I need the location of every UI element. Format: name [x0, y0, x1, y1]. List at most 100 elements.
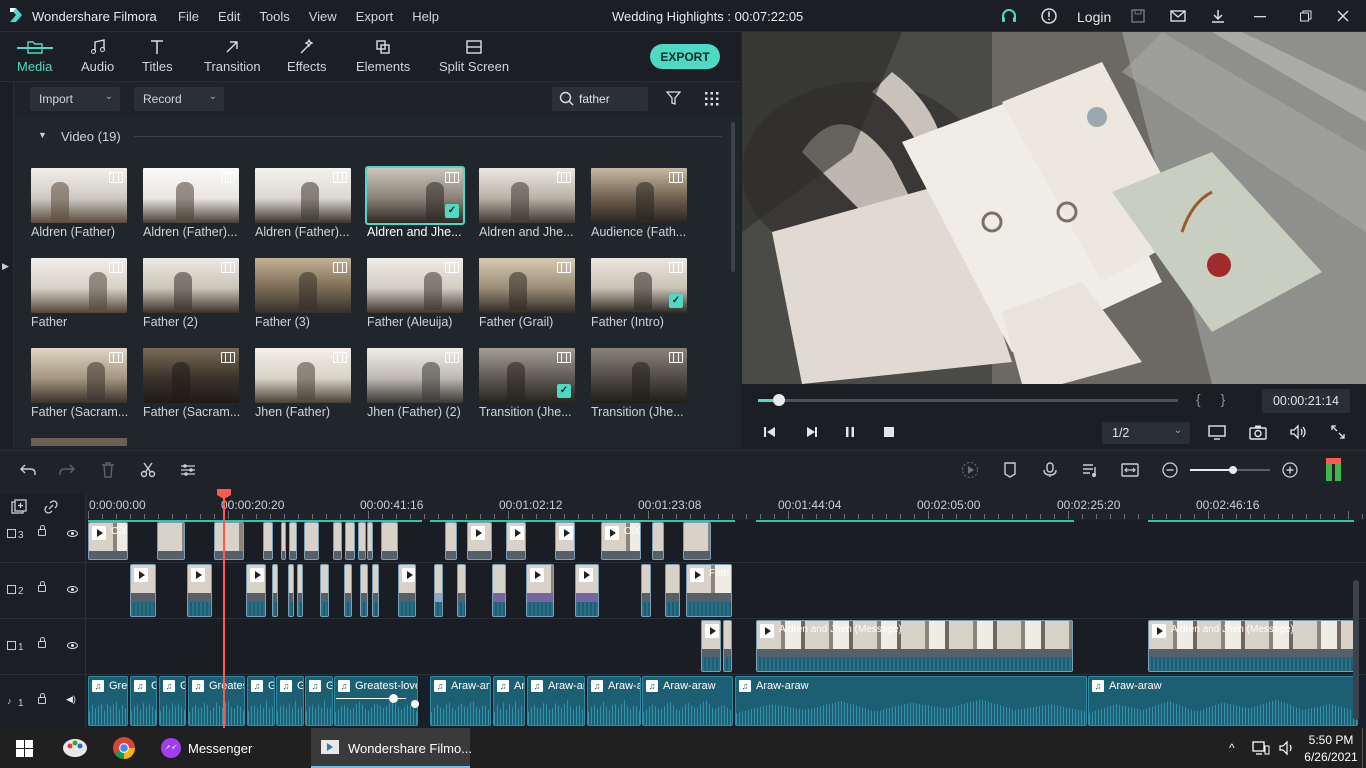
- media-thumbnail[interactable]: [31, 168, 127, 223]
- media-thumbnail[interactable]: [255, 348, 351, 403]
- audio-clip[interactable]: ♫ Greatest-love: [334, 676, 418, 726]
- tab-titles[interactable]: Titles: [142, 38, 173, 74]
- video-clip[interactable]: [214, 522, 244, 560]
- media-thumbnail[interactable]: [479, 258, 575, 313]
- audio-clip[interactable]: ♫G: [276, 676, 304, 726]
- clock-date[interactable]: 6/26/2021: [1301, 750, 1361, 764]
- media-thumbnail[interactable]: [31, 348, 127, 403]
- volume-keyframe[interactable]: [389, 694, 398, 703]
- video-clip[interactable]: [297, 564, 303, 617]
- media-thumbnail[interactable]: [143, 258, 239, 313]
- audio-clip[interactable]: ♫G: [130, 676, 157, 726]
- video-clip[interactable]: [288, 564, 294, 617]
- fit-timeline-icon[interactable]: [1121, 461, 1139, 479]
- video-clip[interactable]: [320, 564, 329, 617]
- headset-icon[interactable]: [999, 6, 1019, 26]
- audio-clip[interactable]: ♫ Araw-ara: [430, 676, 491, 726]
- menu-view[interactable]: View: [309, 9, 337, 24]
- video-clip[interactable]: [360, 564, 368, 617]
- video-clip[interactable]: [289, 522, 297, 560]
- tab-split-screen[interactable]: Split Screen: [439, 38, 509, 74]
- audio-clip[interactable]: ♫G: [305, 676, 333, 726]
- lock-icon[interactable]: [38, 697, 46, 704]
- messenger-icon[interactable]: [160, 737, 182, 759]
- preview-quality-dropdown[interactable]: 1/2 ⌄: [1102, 422, 1190, 444]
- speaker-icon[interactable]: [1278, 740, 1296, 756]
- lock-icon[interactable]: [38, 529, 46, 536]
- video-clip[interactable]: [333, 522, 342, 560]
- expand-arrow-icon[interactable]: ▶: [2, 261, 9, 272]
- scissors-icon[interactable]: [139, 461, 157, 479]
- video-clip[interactable]: [701, 620, 721, 672]
- save-icon[interactable]: [1128, 6, 1148, 26]
- playback-progress-track[interactable]: [758, 399, 1178, 402]
- video-clip[interactable]: [372, 564, 379, 617]
- media-thumbnail[interactable]: ✓: [365, 166, 465, 225]
- speaker-icon[interactable]: ◀): [66, 694, 76, 705]
- media-thumbnail[interactable]: [591, 348, 687, 403]
- menu-file[interactable]: File: [178, 9, 199, 24]
- menu-export[interactable]: Export: [356, 9, 394, 24]
- playhead-line[interactable]: [223, 494, 225, 728]
- video-clip[interactable]: Aldren and Jhen (Message): [1148, 620, 1358, 672]
- clock-time[interactable]: 5:50 PM: [1305, 733, 1357, 747]
- audio-clip[interactable]: ♫ Gre: [88, 676, 128, 726]
- record-dropdown[interactable]: Record ⌄: [134, 87, 224, 111]
- video-clip[interactable]: [344, 564, 352, 617]
- show-desktop-button[interactable]: [1362, 728, 1366, 768]
- video-clip[interactable]: [345, 522, 355, 560]
- chevron-up-icon[interactable]: ^: [1229, 741, 1235, 755]
- video-clip[interactable]: [641, 564, 651, 617]
- zoom-slider-handle[interactable]: [1229, 466, 1237, 474]
- info-icon[interactable]: [1039, 6, 1059, 26]
- audio-clip[interactable]: ♫ Ar: [493, 676, 525, 726]
- video-clip[interactable]: [526, 564, 554, 617]
- video-clip[interactable]: [575, 564, 599, 617]
- play-frame-icon[interactable]: [802, 423, 820, 441]
- media-thumbnail[interactable]: [143, 168, 239, 223]
- add-track-icon[interactable]: [11, 499, 27, 515]
- library-scrollbar[interactable]: [731, 122, 735, 272]
- lock-icon[interactable]: [38, 641, 46, 648]
- render-preview-icon[interactable]: [961, 461, 979, 479]
- video-clip[interactable]: [187, 564, 212, 617]
- delete-icon[interactable]: [99, 461, 117, 479]
- fullscreen-icon[interactable]: [1329, 423, 1347, 441]
- menu-tools[interactable]: Tools: [259, 9, 289, 24]
- undo-icon[interactable]: [19, 461, 37, 479]
- adjust-sliders-icon[interactable]: [179, 461, 197, 479]
- video-clip[interactable]: [130, 564, 156, 617]
- video-clip[interactable]: [246, 564, 266, 617]
- audio-clip[interactable]: ♫ Greates: [188, 676, 245, 726]
- media-thumbnail[interactable]: [367, 258, 463, 313]
- media-thumbnail[interactable]: [255, 168, 351, 223]
- audio-clip[interactable]: ♫ Araw-araw: [735, 676, 1087, 726]
- video-clip[interactable]: Aldren and Jhen (Message): [756, 620, 1073, 672]
- audio-clip[interactable]: ♫ Araw-araw: [1088, 676, 1358, 726]
- zoom-out-icon[interactable]: [1161, 461, 1179, 479]
- voiceover-list-icon[interactable]: [1081, 461, 1099, 479]
- tab-audio[interactable]: Audio: [81, 38, 114, 74]
- display-icon[interactable]: [1208, 423, 1226, 441]
- chrome-icon[interactable]: [112, 736, 136, 760]
- skip-back-icon[interactable]: [761, 423, 779, 441]
- login-link[interactable]: Login: [1077, 9, 1111, 25]
- import-dropdown[interactable]: Import ⌄: [30, 87, 120, 111]
- link-icon[interactable]: [43, 499, 59, 515]
- pause-icon[interactable]: [841, 423, 859, 441]
- video-clip[interactable]: [381, 522, 398, 560]
- video-clip[interactable]: [723, 620, 732, 672]
- menu-help[interactable]: Help: [412, 9, 439, 24]
- audio-clip[interactable]: ♫ Araw-a: [587, 676, 641, 726]
- video-clip[interactable]: C00: [88, 522, 128, 560]
- media-thumbnail[interactable]: [479, 168, 575, 223]
- zoom-in-icon[interactable]: [1281, 461, 1299, 479]
- video-clip[interactable]: [398, 564, 416, 617]
- menu-edit[interactable]: Edit: [218, 9, 240, 24]
- marker-icon[interactable]: [1001, 461, 1019, 479]
- download-icon[interactable]: [1208, 6, 1228, 26]
- audio-clip[interactable]: ♫ Araw-araw: [642, 676, 733, 726]
- video-clip[interactable]: [555, 522, 575, 560]
- media-thumbnail[interactable]: ✓: [479, 348, 575, 403]
- windows-start-icon[interactable]: [16, 740, 33, 757]
